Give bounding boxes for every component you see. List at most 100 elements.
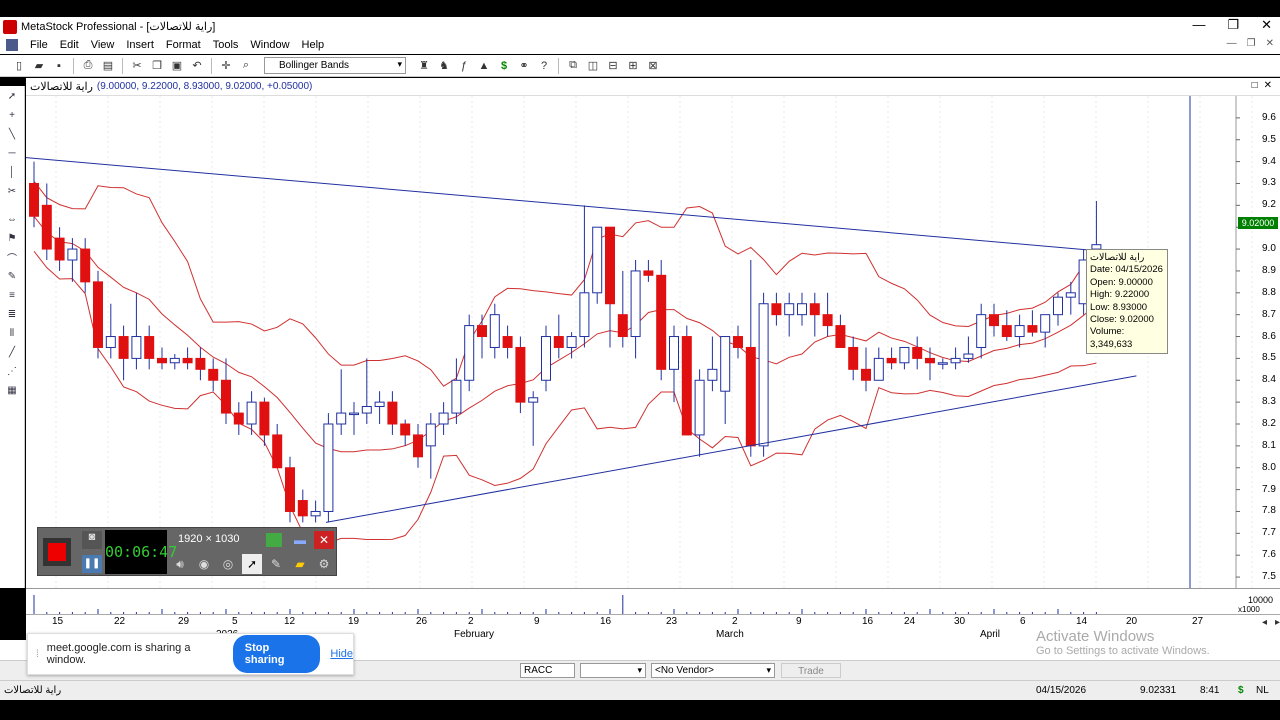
copy-icon[interactable]: ❐ xyxy=(148,57,166,75)
print-icon[interactable]: ⎙ xyxy=(79,57,97,75)
dollar-icon[interactable]: $ xyxy=(495,57,513,75)
tile-vertical-icon[interactable]: ◫ xyxy=(584,57,602,75)
horizontal-line-icon[interactable]: ─ xyxy=(3,144,21,162)
menu-view[interactable]: View xyxy=(85,39,121,51)
undo-icon[interactable]: ↶ xyxy=(188,57,206,75)
window-mode-icon[interactable] xyxy=(266,533,282,547)
candle-down xyxy=(1027,325,1038,333)
vertical-line-icon[interactable]: │ xyxy=(3,163,21,181)
microphone-icon[interactable]: ◉ xyxy=(194,554,214,574)
new-file-icon[interactable]: ▯ xyxy=(10,57,28,75)
arrange-icon[interactable]: ⊠ xyxy=(644,57,662,75)
date-tick-label: 23 xyxy=(666,616,678,627)
zoom-icon[interactable]: ⌕ xyxy=(237,57,255,75)
crosshair-tool-icon[interactable]: + xyxy=(3,106,21,124)
speed-lines-icon[interactable]: ≣ xyxy=(3,305,21,323)
arc-icon[interactable]: ⌒ xyxy=(3,248,21,266)
volume-pane[interactable]: 10000 x1000 xyxy=(26,588,1280,615)
timeframe-select[interactable] xyxy=(580,663,646,678)
indicator-select[interactable]: Bollinger Bands xyxy=(264,57,406,74)
folder-icon[interactable]: ▰ xyxy=(290,554,310,574)
menu-edit[interactable]: Edit xyxy=(54,39,85,51)
trendline-icon[interactable]: ╲ xyxy=(3,125,21,143)
expert-icon[interactable]: ♜ xyxy=(415,57,433,75)
recording-timer: 00:06:47 xyxy=(105,530,177,574)
menu-help[interactable]: Help xyxy=(296,39,331,51)
tile-horizontal-icon[interactable]: ⊟ xyxy=(604,57,622,75)
candle-up xyxy=(541,336,551,381)
system-tester-icon[interactable]: ▲ xyxy=(475,57,493,75)
grid-icon[interactable]: ▦ xyxy=(3,381,21,399)
fan-icon[interactable]: ⋰ xyxy=(3,362,21,380)
menu-tools[interactable]: Tools xyxy=(207,39,245,51)
pointer-icon[interactable]: ➚ xyxy=(3,87,21,105)
activate-windows-watermark: Activate Windows Go to Settings to activ… xyxy=(1036,628,1210,657)
chart-maximize-icon[interactable]: □ xyxy=(1252,80,1258,91)
menu-insert[interactable]: Insert xyxy=(120,39,160,51)
print-preview-icon[interactable]: ▤ xyxy=(99,57,117,75)
scissors-icon[interactable]: ✂ xyxy=(3,182,21,200)
recorder-close-icon[interactable]: ✕ xyxy=(314,531,334,549)
mdi-minimize-button[interactable]: — xyxy=(1227,38,1237,49)
menu-format[interactable]: Format xyxy=(160,39,207,51)
maximize-button[interactable]: ❐ xyxy=(1227,17,1239,33)
flag-icon[interactable]: ⚑ xyxy=(3,229,21,247)
candle-down xyxy=(925,357,935,364)
candle-up xyxy=(451,379,462,414)
bottom-status-bar: راية للاتصالات 04/15/2026 9.02331 8:41 $… xyxy=(0,680,1280,700)
line-tool-icon[interactable]: ╱ xyxy=(3,343,21,361)
stop-sharing-button[interactable]: Stop sharing xyxy=(232,635,321,673)
open-folder-icon[interactable]: ▰ xyxy=(30,57,48,75)
mdi-restore-button[interactable]: ❐ xyxy=(1247,38,1256,49)
price-tick-label: 8.1 xyxy=(1262,439,1276,451)
help-pointer-icon[interactable]: ? xyxy=(535,57,553,75)
tile-grid-icon[interactable]: ⊞ xyxy=(624,57,642,75)
crosshair-icon[interactable]: ✛ xyxy=(217,57,235,75)
minimize-button[interactable]: — xyxy=(1192,17,1205,33)
binoculars-icon[interactable]: ⚭ xyxy=(515,57,533,75)
record-stop-button[interactable] xyxy=(43,538,71,566)
chart-close-icon[interactable]: ✕ xyxy=(1264,80,1272,91)
pencil-icon[interactable]: ✎ xyxy=(3,267,21,285)
candle-down xyxy=(848,346,859,370)
candle-up xyxy=(131,336,142,359)
hide-link[interactable]: Hide xyxy=(330,648,353,660)
candle-down xyxy=(221,379,231,414)
zoom-arrows-icon[interactable]: ⇔ xyxy=(3,210,21,228)
cascade-windows-icon[interactable]: ⧉ xyxy=(564,57,582,75)
cursor-icon[interactable]: ➚ xyxy=(242,554,262,574)
price-tick-label: 8.5 xyxy=(1262,352,1276,364)
candle-down xyxy=(912,346,923,359)
pause-button[interactable]: ❚❚ xyxy=(82,555,102,573)
scroll-right-icon[interactable]: ▸ xyxy=(1275,617,1280,628)
save-icon[interactable]: ▪ xyxy=(50,57,68,75)
speaker-icon[interactable]: 🔊︎ xyxy=(170,554,190,574)
symbol-field[interactable]: RACC xyxy=(520,663,575,678)
price-tick-label: 7.5 xyxy=(1262,571,1276,583)
price-chart[interactable]: 9.69.59.49.39.29.19.08.98.88.78.68.58.48… xyxy=(26,96,1280,588)
recorder-minimize-icon[interactable]: ▬ xyxy=(290,531,310,549)
indicator-builder-icon[interactable]: ƒ xyxy=(455,57,473,75)
cut-icon[interactable]: ✂ xyxy=(128,57,146,75)
document-icon[interactable] xyxy=(6,39,18,51)
drag-handle-icon[interactable]: ⁞ xyxy=(36,649,39,660)
explorer-icon[interactable]: ♞ xyxy=(435,57,453,75)
candle-down xyxy=(41,204,52,250)
vendor-select[interactable]: <No Vendor> xyxy=(651,663,775,678)
trade-button[interactable]: Trade xyxy=(781,663,841,678)
month-label-february: February xyxy=(454,629,495,640)
settings-gear-icon[interactable]: ⚙ xyxy=(314,554,334,574)
paste-icon[interactable]: ▣ xyxy=(168,57,186,75)
close-button[interactable]: ✕ xyxy=(1261,17,1272,33)
draw-icon[interactable]: ✎ xyxy=(266,554,286,574)
date-tick-label: 16 xyxy=(600,616,612,627)
camera-icon[interactable]: ◙ xyxy=(82,531,102,549)
cycle-lines-icon[interactable]: ⦀ xyxy=(3,324,21,342)
menu-window[interactable]: Window xyxy=(244,39,295,51)
menu-file[interactable]: File xyxy=(24,39,54,51)
scroll-left-icon[interactable]: ◂ xyxy=(1262,617,1267,628)
mdi-close-button[interactable]: ✕ xyxy=(1266,38,1274,49)
webcam-icon[interactable]: ◎ xyxy=(218,554,238,574)
fibonacci-icon[interactable]: ≡ xyxy=(3,286,21,304)
candle-up xyxy=(323,423,334,512)
